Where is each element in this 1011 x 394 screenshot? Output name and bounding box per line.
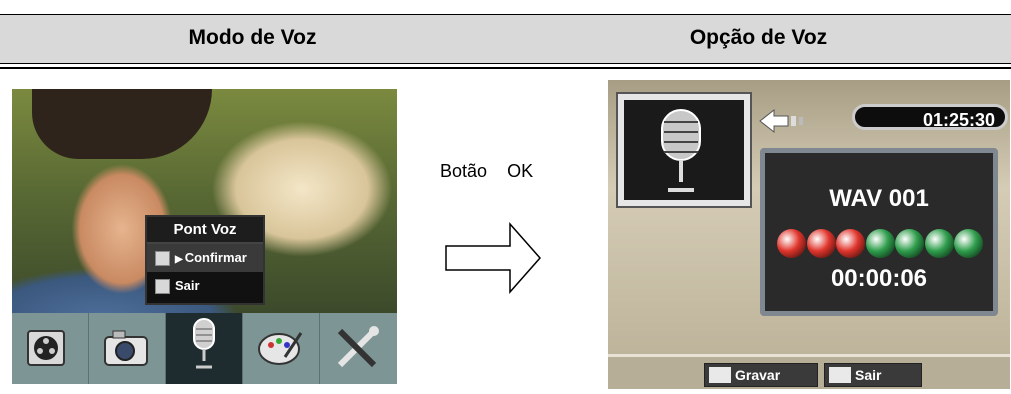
- header-voice-option: Opção de Voz: [689, 26, 828, 49]
- menu-item-exit[interactable]: Sair: [147, 272, 263, 300]
- mode-video[interactable]: [12, 313, 89, 384]
- level-dot-red: [836, 229, 865, 258]
- voice-option-screen: 01:25:30 WAV 001 00:00:06 Gravar Sair: [608, 80, 1010, 389]
- button-word: Botão: [440, 161, 488, 181]
- exit-label: Sair: [855, 367, 882, 383]
- level-dot-green: [924, 229, 954, 258]
- remaining-time: 01:25:30: [852, 104, 1008, 130]
- ok-word: OK: [507, 161, 534, 181]
- menu-item-confirm[interactable]: ▶ Confirmar: [147, 244, 263, 272]
- header-voice-mode: Modo de Voz: [188, 26, 317, 49]
- level-dot-green: [954, 229, 983, 258]
- level-dot-red: [777, 229, 806, 258]
- confirm-label: Confirmar: [184, 250, 247, 265]
- exit-button[interactable]: Sair: [824, 363, 922, 387]
- mode-setup[interactable]: [320, 313, 396, 384]
- exit-label: Sair: [175, 278, 200, 293]
- tools-icon: [337, 326, 379, 368]
- bottom-bar: Gravar Sair: [608, 354, 1010, 389]
- back-arrow-icon: [759, 108, 803, 134]
- level-dot-red: [806, 229, 836, 258]
- recording-panel: WAV 001 00:00:06: [760, 148, 998, 316]
- mode-effects[interactable]: [243, 313, 320, 384]
- mode-photo[interactable]: [89, 313, 166, 384]
- level-dot-green: [895, 229, 924, 258]
- elapsed-time: 00:00:06: [830, 265, 928, 292]
- photo-hair: [32, 89, 212, 159]
- film-reel-icon: [27, 330, 65, 366]
- camera-icon: [104, 330, 148, 366]
- record-label: Gravar: [735, 367, 781, 383]
- voice-mode-screen: Pont Voz ▶ Confirmar Sair: [12, 89, 397, 384]
- header-divider: [0, 63, 1011, 64]
- mode-bar: [12, 313, 397, 384]
- voice-popup-menu: Pont Voz ▶ Confirmar Sair: [145, 215, 265, 305]
- file-name: WAV 001: [829, 185, 929, 212]
- palette-icon: [258, 332, 303, 365]
- button-label: Botão OK: [440, 161, 533, 182]
- record-button[interactable]: Gravar: [704, 363, 818, 387]
- microphone-icon: [193, 318, 215, 369]
- level-meter: [777, 229, 987, 259]
- right-arrow-icon: [445, 222, 542, 294]
- mic-thumbnail: [618, 94, 750, 206]
- return-icon: [829, 367, 851, 384]
- selection-arrow-icon: ▶: [175, 254, 183, 265]
- exit-icon: [155, 279, 170, 294]
- microphone-icon: [661, 109, 701, 192]
- level-dot-green: [865, 229, 895, 258]
- record-icon: [709, 367, 731, 384]
- popup-title: Pont Voz: [147, 217, 263, 244]
- mode-voice[interactable]: [166, 313, 243, 384]
- header-divider-thick: [0, 67, 1011, 69]
- microphone-icon: [155, 251, 170, 266]
